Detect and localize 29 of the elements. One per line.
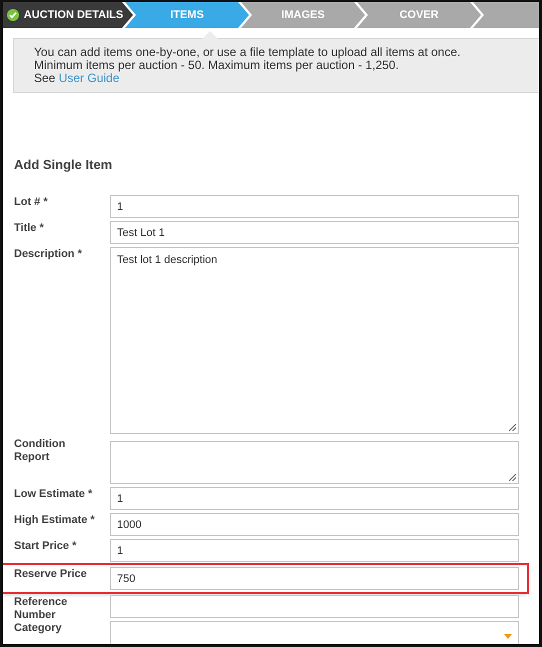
section-title: Add Single Item: [14, 157, 114, 172]
input-field[interactable]: 1: [110, 195, 519, 218]
input-field[interactable]: Test Lot 1: [110, 221, 519, 244]
text-area[interactable]: [110, 441, 519, 484]
field-label: Low Estimate *: [14, 487, 94, 501]
field-label: Title *: [14, 221, 45, 235]
info-text: Minimum items per auction - 50. Maximum items per auction - 1,250.: [34, 59, 400, 72]
field-label: High Estimate *: [14, 513, 96, 527]
check-icon: [6, 9, 19, 21]
field-label: Reserve Price: [14, 567, 88, 581]
resize-grip-icon: [509, 474, 516, 481]
text-area[interactable]: Test lot 1 description: [110, 247, 519, 434]
field-label: Condition Report: [14, 437, 66, 464]
input-field[interactable]: 1: [110, 487, 519, 510]
field-label: Lot # *: [14, 195, 49, 209]
field-label: Category: [14, 621, 63, 635]
field-label: Start Price *: [14, 539, 78, 553]
wizard-step[interactable]: AUCTION DETAILS: [3, 2, 133, 28]
input-field[interactable]: 750: [110, 567, 519, 590]
dropdown-field[interactable]: [110, 621, 519, 644]
resize-grip-icon: [509, 424, 516, 431]
info-text: You can add items one-by-one, or use a file template to upload all items at once.: [34, 46, 462, 59]
field-label: Reference Number: [14, 595, 68, 622]
field-label: Description *: [14, 247, 83, 261]
input-field[interactable]: 1: [110, 539, 519, 562]
info-text: See: [34, 71, 56, 85]
input-field[interactable]: 1000: [110, 513, 519, 536]
input-field[interactable]: [110, 595, 519, 618]
caret-icon: [504, 634, 512, 639]
